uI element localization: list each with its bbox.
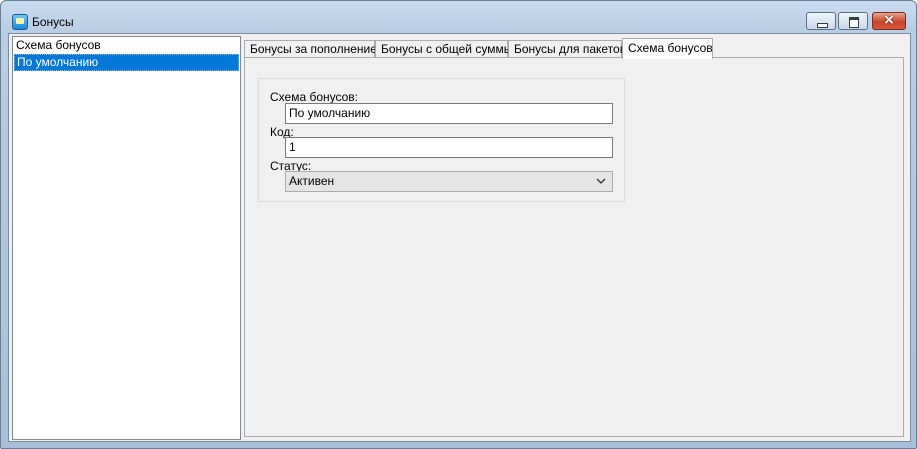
tab-bonus-scheme[interactable]: Схема бонусов [622, 38, 713, 59]
tab-topup-bonuses[interactable]: Бонусы за пополнение [244, 40, 377, 57]
minimize-button[interactable] [806, 12, 836, 30]
code-field[interactable]: 1 [285, 137, 613, 158]
app-icon [12, 14, 28, 30]
window-title: Бонусы [32, 15, 74, 29]
close-icon: × [883, 12, 895, 28]
list-item[interactable]: Схема бонусов [13, 37, 240, 54]
status-select[interactable]: Активен [285, 171, 613, 192]
bonuses-window: Бонусы × Схема бонусов По умолчанию Бону… [0, 0, 917, 449]
schemes-list[interactable]: Схема бонусов По умолчанию [12, 36, 241, 440]
scheme-form-group: Схема бонусов: По умолчанию Код: 1 Стату… [258, 78, 625, 202]
tab-total-sum-bonuses[interactable]: Бонусы с общей суммы [375, 40, 512, 57]
tab-package-bonuses[interactable]: Бонусы для пакетов [508, 40, 626, 57]
client-area: Схема бонусов По умолчанию Бонусы за поп… [8, 33, 911, 442]
list-item-selected[interactable]: По умолчанию [14, 54, 239, 71]
close-button[interactable]: × [872, 12, 906, 30]
chevron-down-icon [596, 178, 606, 184]
tab-control: Бонусы за пополнение Бонусы с общей сумм… [244, 36, 907, 438]
maximize-button[interactable] [838, 12, 868, 30]
tab-panel-content: Схема бонусов: По умолчанию Код: 1 Стату… [248, 61, 900, 433]
minimize-icon [817, 23, 828, 28]
tab-panel: Схема бонусов: По умолчанию Код: 1 Стату… [244, 57, 904, 437]
scheme-name-field[interactable]: По умолчанию [285, 103, 613, 124]
status-selected-value: Активен [289, 174, 335, 188]
title-bar[interactable]: Бонусы × [1, 1, 916, 34]
scheme-label: Схема бонусов: [270, 90, 359, 104]
maximize-icon [849, 17, 859, 28]
